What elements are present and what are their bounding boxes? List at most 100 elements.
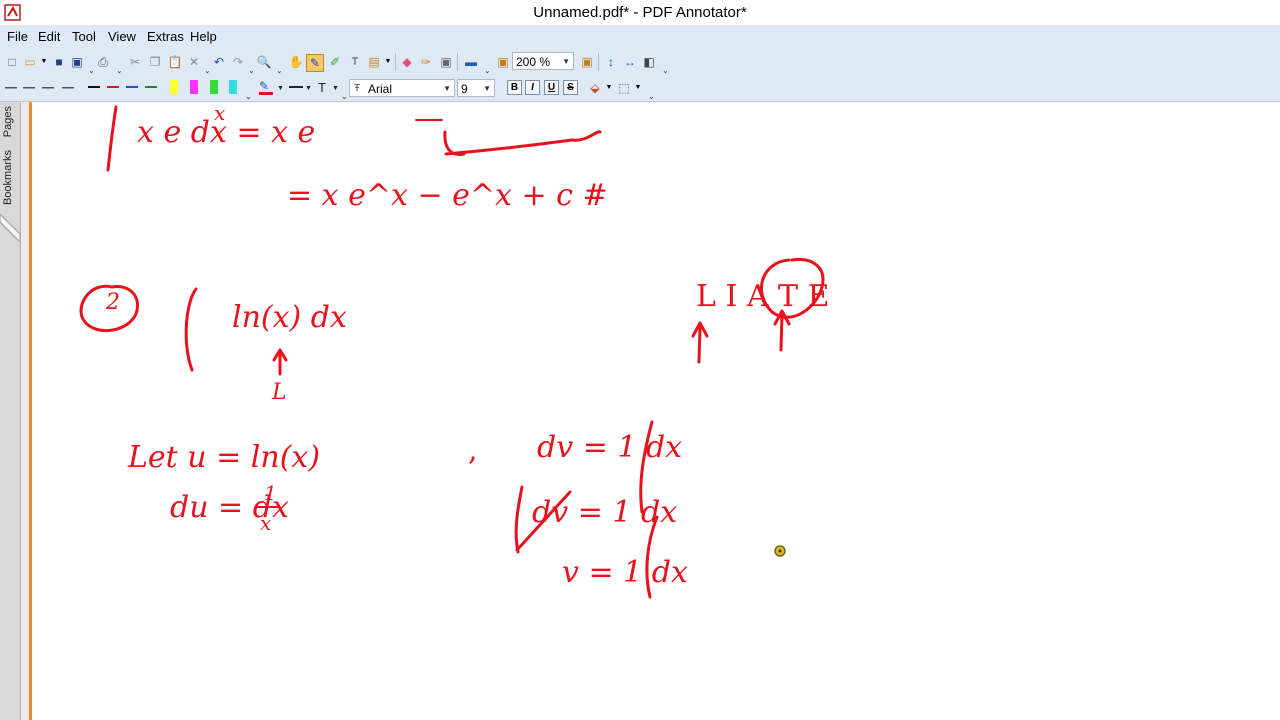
document-canvas[interactable]: x e dx = x e x — = x e^x − e^x + c # 2 l… [32, 102, 1280, 720]
integral-sign-6 [514, 485, 524, 554]
delete-icon[interactable]: ✕ [186, 54, 202, 70]
highlighter-green[interactable] [210, 80, 218, 94]
menu-tool[interactable]: Tool [72, 29, 96, 44]
font-size-value: 9 [461, 82, 468, 96]
pen-preset-gray-medium[interactable] [42, 87, 54, 89]
color-dropdown-icon[interactable]: ▼ [277, 85, 284, 92]
hand-tool-icon[interactable]: ✋ [288, 54, 304, 70]
integral-expression: ln(x) dx [232, 300, 347, 335]
page-gutter [21, 102, 29, 720]
highlighter-cyan[interactable] [229, 80, 237, 94]
save-all-icon[interactable]: ▣ [69, 54, 85, 70]
arrow-up-l [272, 348, 288, 376]
find-icon[interactable]: 🔍 [256, 54, 272, 70]
page-view-icon[interactable]: ▬ [463, 54, 479, 70]
highlighter-magenta[interactable] [190, 80, 198, 94]
text-tool-icon[interactable]: T [347, 54, 363, 70]
pen-preset-gray[interactable] [23, 87, 35, 89]
save-icon[interactable]: ■ [51, 54, 67, 70]
underline-button[interactable]: U [544, 80, 559, 95]
math-line1-left: x e dx = x e [137, 115, 315, 150]
bold-button[interactable]: B [507, 80, 522, 95]
fit-height-icon[interactable]: ↕ [603, 54, 619, 70]
toolbar-grip[interactable]: ⌄ [116, 67, 123, 75]
pen-preset-gray-thin[interactable] [5, 87, 17, 89]
eraser-icon[interactable]: ◆ [399, 54, 415, 70]
math-minus: — [414, 102, 444, 136]
font-size-select[interactable]: 9 ▼ [457, 79, 495, 97]
pen-preset-black[interactable] [88, 86, 100, 88]
separator [598, 53, 599, 71]
paste-icon[interactable]: 📋 [167, 54, 183, 70]
tab-bookmarks[interactable]: Bookmarks [2, 150, 14, 205]
du-numerator: 1 [264, 481, 277, 505]
arrow-up-liate-l [691, 321, 709, 364]
separator [457, 53, 458, 71]
zoom-value: 200 % [516, 55, 551, 69]
stamp-dropdown-icon[interactable]: ▼ [380, 54, 396, 70]
camera-icon[interactable]: ▣ [438, 54, 454, 70]
copy-icon[interactable]: ❐ [147, 54, 163, 70]
brush-eraser-icon[interactable]: ✑ [418, 54, 434, 70]
line-color-swatch[interactable] [259, 92, 273, 95]
handwritten-annotations[interactable]: x e dx = x e x — = x e^x − e^x + c # 2 l… [32, 102, 1280, 720]
pen-tool-icon[interactable]: ✎ [306, 54, 324, 72]
format-dropdown-icon[interactable]: ▼ [332, 85, 339, 92]
fit-width-icon[interactable]: ↔ [622, 54, 638, 70]
toolbar-grip[interactable]: ⌄ [648, 93, 655, 101]
redo-icon[interactable]: ↷ [230, 54, 246, 70]
main-toolbar: □ ▭ ▼ ■ ▣ ⌄ ⎙ ⌄ ✂ ❐ 📋 ✕ ⌄ ↶ ↷ ⌄ 🔍 ⌄ ✋ ✎ … [0, 49, 1280, 75]
chevron-down-icon: ▼ [562, 57, 570, 66]
highlighter-yellow[interactable] [170, 80, 178, 94]
toolbar-grip[interactable]: ⌄ [88, 67, 95, 75]
menu-edit[interactable]: Edit [38, 29, 60, 44]
open-dropdown-icon[interactable]: ▼ [36, 54, 52, 70]
liate-word: L I A T E [696, 279, 830, 314]
underbrace [444, 130, 602, 156]
toolbar-grip[interactable]: ⌄ [276, 67, 283, 75]
fill-dropdown-icon[interactable]: ▼ [601, 80, 617, 96]
toolbar-grip[interactable]: ⌄ [341, 92, 348, 101]
pen-presets[interactable]: ⌄ ✎ ▼ ▼ T ▼ ⌄ [0, 75, 660, 101]
fit-page-icon[interactable]: ▣ [579, 54, 595, 70]
dv-line: dv = 1 dx [537, 430, 682, 465]
sidebar-fold-icon[interactable] [0, 214, 20, 242]
font-select[interactable]: Ŧ Arial ▼ [349, 79, 455, 97]
pen-preset-blue[interactable] [126, 86, 138, 88]
fraction-bar [256, 506, 280, 508]
fullscreen-icon[interactable]: ◧ [641, 54, 657, 70]
zoom-select[interactable]: 200 % ▼ [512, 52, 574, 70]
toolbar-grip[interactable]: ⌄ [248, 67, 255, 75]
menu-file[interactable]: File [7, 29, 28, 44]
border-dropdown-icon[interactable]: ▼ [630, 80, 646, 96]
toolbar-grip[interactable]: ⌄ [484, 67, 491, 75]
strikethrough-button[interactable]: S [563, 80, 578, 95]
menu-extras[interactable]: Extras [147, 29, 184, 44]
toolbar-grip[interactable]: ⌄ [245, 92, 252, 101]
undo-icon[interactable]: ↶ [211, 54, 227, 70]
menu-help[interactable]: Help [190, 29, 217, 44]
pen-preset-green[interactable] [145, 86, 157, 88]
sidebar: Pages Bookmarks ⋮ [0, 102, 27, 720]
cut-icon[interactable]: ✂ [127, 54, 143, 70]
menu-bar: File Edit Tool View Extras Help [0, 25, 1280, 49]
tab-pages[interactable]: Pages [2, 106, 14, 137]
text-format-icon[interactable]: T [318, 80, 326, 95]
zoom-icon[interactable]: ▣ [495, 54, 511, 70]
pen-preset-gray-thick[interactable] [62, 87, 74, 89]
highlighter-icon[interactable]: ✐ [327, 54, 343, 70]
print-icon[interactable]: ⎙ [95, 54, 111, 70]
menu-view[interactable]: View [108, 29, 136, 44]
pen-cursor-dot [778, 549, 782, 553]
new-document-icon[interactable]: □ [4, 54, 20, 70]
let-u: Let u = ln(x) [127, 440, 320, 475]
toolbar-grip[interactable]: ⌄ [662, 67, 669, 75]
toolbar-grip[interactable]: ⌄ [204, 67, 211, 75]
pen-preset-red[interactable] [107, 86, 119, 88]
italic-button[interactable]: I [525, 80, 540, 95]
v-line: v = 1 dx [562, 555, 688, 590]
pen-toolbar: ⌄ ✎ ▼ ▼ T ▼ ⌄ Ŧ Arial ▼ 9 ▼ B I U S ⬙ ▼ … [0, 75, 1280, 102]
line-width-icon[interactable] [289, 86, 303, 88]
width-dropdown-icon[interactable]: ▼ [305, 85, 312, 92]
line-color-icon[interactable]: ✎ [259, 79, 269, 93]
